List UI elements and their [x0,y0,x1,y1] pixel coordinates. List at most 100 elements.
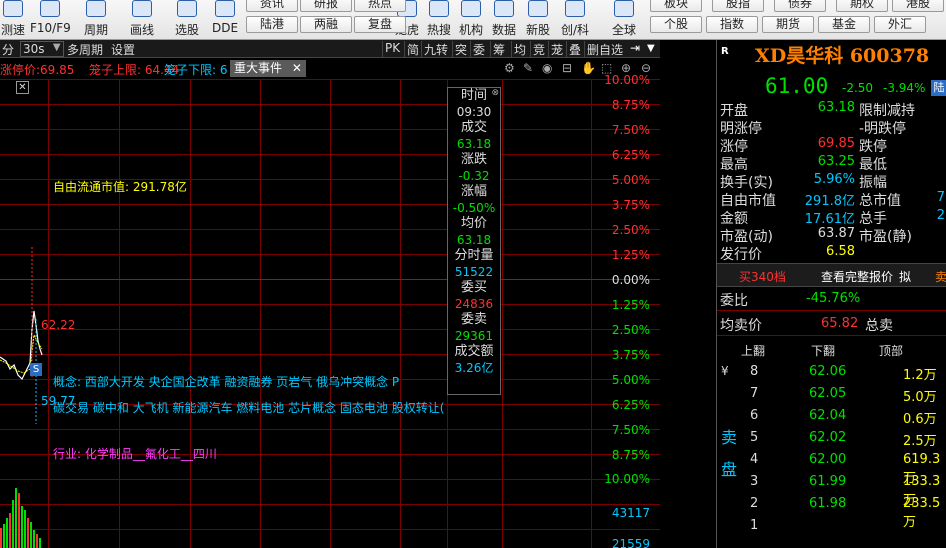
intraday-chart[interactable]: 10.00% 8.75% 7.50% 6.25% 5.00% 3.75% 2.50% 1.25… [0,73,660,548]
ask-level: 2 [750,496,759,511]
orderbook-nav-button[interactable]: 下翻 [811,342,835,359]
order-ratio-label: 委比 [720,293,748,309]
bottom-quick-button[interactable]: 外汇 [874,16,926,33]
ask-level: 8 [750,364,759,379]
cycle-icon [86,0,106,17]
price-line-svg [0,247,43,548]
quote-value: 17.61亿 [804,212,855,227]
chart-infobar: 涨停价:69.85 笼子上限: 64.44 笼子下限: 6 重大事件 ✕ ⚙ ✎… [0,59,660,78]
top-quick-button[interactable]: 债券 [774,0,826,12]
ask-price[interactable]: 61.98 [809,496,846,511]
close-icon[interactable]: ✕ [292,61,302,75]
eye-icon[interactable]: ◉ [542,61,552,75]
toolbar-info-button[interactable]: F10/F9 [30,0,71,40]
industry-label: 行业: 化学制品__氟化工__四川 [53,447,217,461]
quote-value: 63.18 [817,100,855,115]
multi-period-button[interactable]: 多周期 [67,41,103,58]
tooltip-value: 3.26亿 [454,361,494,375]
buy-340-button[interactable]: 买340档 [739,268,786,285]
ask-price[interactable]: 62.02 [809,430,846,445]
volume-bar [33,530,35,548]
chart-tool-button[interactable]: 删自选 [584,41,625,57]
tooltip-value: 09:30 [456,105,492,119]
quote-row: 最高 63.25 最低 [717,154,946,173]
chart-tool-button[interactable]: 茏 [548,41,565,57]
period-left-label[interactable]: 分 [2,41,14,58]
pen-icon [132,0,152,17]
chart-tool-button[interactable]: 叠 [566,41,583,57]
quote-label-2: 振幅 [859,175,887,191]
full-quote-button[interactable]: 查看完整报价 [821,268,893,285]
menu-down-icon[interactable]: ▼ [647,43,655,54]
bottom-quick-button[interactable]: 陆港 [246,16,298,33]
quote-label-2: 限制减持 [859,103,915,119]
ask-price[interactable]: 62.00 [809,452,846,467]
main-toolbar: 测速 F10/F9 周期 画线 选股 DDE 龙虎 热搜 机构 数据 新股 创/科 全球 资讯 研报 热点板… [0,0,946,40]
toolbar-stock-pick-button[interactable]: 选股 [168,0,206,40]
top-quick-button[interactable]: 港股 [892,0,944,12]
major-events-label: 重大事件 [234,61,283,75]
signal-marker[interactable]: S [30,363,42,376]
top-quick-button[interactable]: 资讯 [246,0,298,12]
bottom-quick-button[interactable]: 基金 [818,16,870,33]
bottom-quick-button[interactable]: 期货 [762,16,814,33]
toolbar-pen-button[interactable]: 画线 [124,0,160,40]
toolbar-pe-data-button[interactable]: 数据 [489,0,519,40]
toolbar-dde-button[interactable]: DDE [210,0,240,40]
bottom-quick-button[interactable]: 复盘 [354,16,406,33]
toolbar-chinext-button[interactable]: 创/科 [556,0,594,40]
bottom-quick-button[interactable]: 指数 [706,16,758,33]
top-quick-button[interactable]: 研报 [300,0,352,12]
chart-tool-button[interactable]: PK [382,41,402,57]
bottom-quick-button[interactable]: 两融 [300,16,352,33]
orderbook-nav-button[interactable]: 上翻 [741,342,765,359]
chart-tool-button[interactable]: 突 [452,41,469,57]
chart-tool-button[interactable]: 竞 [530,41,547,57]
major-events-tab[interactable]: 重大事件 ✕ [230,60,306,77]
brush-icon[interactable]: ✎ [523,61,533,75]
settings-button[interactable]: 设置 [111,41,135,58]
stock-pick-icon [177,0,197,17]
price-change: -2.50 [842,81,874,95]
tooltip-close-icon[interactable]: ⊗ [491,88,499,98]
ask-price[interactable]: 62.06 [809,364,846,379]
lock-icon[interactable]: ⊟ [562,61,572,75]
period-select[interactable]: 30s ▼ [20,41,64,57]
chart-tool-button[interactable]: 均 [511,41,528,57]
chart-tool-button[interactable]: 筹 [490,41,507,57]
tooltip-key: 涨跌 [460,152,487,167]
toolbar-clock-button[interactable]: 测速 [0,0,26,40]
quote-label-2: 跌停 [859,139,887,155]
toolbar-institution-button[interactable]: 机构 [456,0,486,40]
period-select-value: 30s [23,42,45,56]
chart-tool-button[interactable]: 委 [470,41,487,57]
top-quick-button[interactable]: 热点 [354,0,406,12]
toolbar-ipo-button[interactable]: 新股 [523,0,553,40]
toolbar-label: 数据 [491,23,516,37]
quote-value-2: 2 [936,208,945,223]
hand-icon[interactable]: ✋ [581,61,596,75]
bottom-quick-button[interactable]: 个股 [650,16,702,33]
tooltip-key: 委买 [460,280,487,295]
ask-price[interactable]: 62.04 [809,408,846,423]
orderbook-nav-button[interactable]: 顶部 [879,342,903,359]
sell-button[interactable]: 卖 [935,268,946,285]
volume-bar [39,538,41,548]
top-quick-button[interactable]: 期权 [836,0,888,12]
chart-tool-button[interactable]: 九转 [421,41,450,57]
gear-icon[interactable]: ⚙ [504,61,515,75]
toolbar-globe-button[interactable]: 全球 [604,0,644,40]
quote-label-2: 最低 [859,157,887,173]
ask-price[interactable]: 62.05 [809,386,846,401]
toolbar-hot-button[interactable]: 热搜 [424,0,454,40]
top-quick-button[interactable]: 股指 [712,0,764,12]
top-quick-button[interactable]: 板块 [650,0,702,12]
toolbar-cycle-button[interactable]: 周期 [78,0,114,40]
collapse-right-icon[interactable]: ⇥ [630,41,640,55]
chart-tool-button[interactable]: 简 [404,41,421,57]
yen-icon: ¥ [721,364,729,378]
ask-price[interactable]: 61.99 [809,474,846,489]
quote-label: 开盘 [720,103,748,119]
hot-icon [429,0,449,17]
toolbar-label: 全球 [611,23,636,37]
